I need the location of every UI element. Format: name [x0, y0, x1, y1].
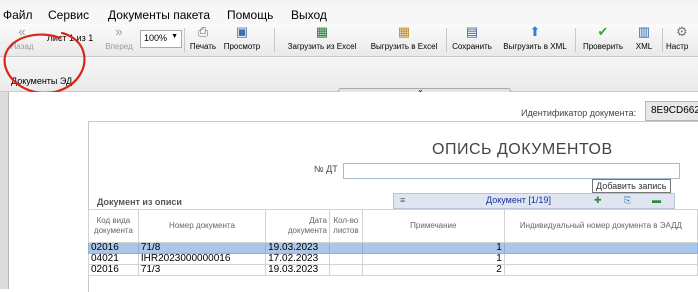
chevron-double-left-icon: « [18, 24, 26, 39]
cell-code[interactable]: 02016 [88, 264, 139, 276]
document-id-field: 8E9CD662 [645, 101, 698, 121]
wrench-icon: ⚙ [676, 24, 688, 39]
chevron-double-right-icon: » [115, 24, 123, 39]
dt-number-input[interactable] [343, 163, 680, 179]
cell-code[interactable]: 02016 [88, 242, 139, 254]
add-record-icon[interactable]: ✚ [594, 195, 602, 206]
chevron-down-icon: ▼ [171, 33, 178, 40]
print-button[interactable]: ⎙ Печать [186, 25, 220, 55]
excel-export-icon: ▦ [397, 24, 411, 39]
column-header: Кол-во листов [328, 209, 363, 243]
cell-sheets[interactable] [328, 242, 363, 254]
cell-id-number[interactable] [503, 253, 698, 265]
table-row[interactable]: 02016 71/3 19.03.2023 2 [88, 264, 698, 276]
add-record-tooltip: Добавить запись [592, 179, 671, 193]
list-icon[interactable]: ≡ [400, 195, 405, 205]
cell-id-number[interactable] [503, 264, 698, 276]
dt-number-label: № ДТ [314, 164, 338, 174]
settings-button[interactable]: ⚙ Настр [666, 25, 698, 55]
menu-file[interactable]: Файл [3, 8, 33, 22]
table-row[interactable]: 02016 71/8 19.03.2023 1 [88, 242, 698, 254]
xml-file-icon: ▥ [637, 24, 651, 39]
documents-table: Код вида документа Номер документа Дата … [88, 209, 698, 276]
menu-bar: Файл Сервис Документы пакета Помощь Выхо… [0, 5, 698, 24]
form-title: ОПИСЬ ДОКУМЕНТОВ [432, 141, 613, 158]
copy-record-icon[interactable]: ⎘ [624, 195, 631, 206]
load-excel-button[interactable]: ▦ Загрузить из Excel [283, 25, 361, 55]
floppy-disk-icon: ▤ [465, 24, 479, 39]
table-header-row: Код вида документа Номер документа Дата … [88, 209, 698, 243]
checkmark-icon: ✔ [597, 24, 609, 39]
column-header: Примечание [361, 209, 505, 243]
cell-date[interactable]: 17.02.2023 [265, 253, 330, 265]
cell-date[interactable]: 19.03.2023 [265, 242, 330, 254]
cell-number[interactable]: 71/8 [137, 242, 267, 254]
cell-sheets[interactable] [328, 253, 363, 265]
toolbar-separator [575, 28, 576, 52]
zoom-select[interactable]: 100% ▼ [140, 30, 182, 48]
column-header: Номер документа [137, 209, 267, 243]
toolbar-separator [446, 28, 447, 52]
toolbar-separator [274, 28, 275, 52]
column-header: Дата документа [265, 209, 330, 243]
cell-code[interactable]: 04021 [88, 253, 139, 265]
section-title: Документ из описи [97, 197, 182, 207]
preview-button[interactable]: ▣ Просмотр [221, 25, 263, 55]
document-id-label: Идентификатор документа: [521, 108, 637, 118]
column-header: Индивидуальный номер документа в ЭАДД [503, 209, 698, 243]
menu-package-documents[interactable]: Документы пакета [108, 8, 210, 22]
excel-import-icon: ▦ [315, 24, 329, 39]
export-excel-button[interactable]: ▦ Выгрузить в Excel [365, 25, 443, 55]
document-panel: Документы ЭД [0, 57, 698, 92]
column-header: Код вида документа [88, 209, 139, 243]
printer-icon: ⎙ [197, 24, 209, 39]
toolbar-separator [184, 28, 185, 52]
forward-button[interactable]: » Вперед [101, 25, 137, 55]
menu-exit[interactable]: Выход [291, 8, 327, 22]
cell-id-number[interactable] [503, 242, 698, 254]
cell-note[interactable]: 1 [361, 242, 505, 254]
page-indicator: Лист 1 из 1 [47, 33, 94, 43]
cell-sheets[interactable] [328, 264, 363, 276]
cell-number[interactable]: 71/3 [137, 264, 267, 276]
left-gutter [0, 92, 9, 289]
documents-ed-tab[interactable]: Документы ЭД [11, 76, 72, 86]
menu-service[interactable]: Сервис [48, 8, 89, 22]
back-button[interactable]: « Назад [5, 25, 39, 55]
record-counter: Документ [1/19] [486, 195, 551, 205]
table-row[interactable]: 04021 IHR2023000000016 17.02.2023 1 [88, 253, 698, 265]
cell-number[interactable]: IHR2023000000016 [137, 253, 267, 265]
record-navigator: ≡ Документ [1/19] ✚ ⎘ ▬ [393, 193, 675, 209]
toolbar: « Назад Лист 1 из 1 » Вперед 100% ▼ ⎙ Пе… [0, 24, 698, 57]
cell-date[interactable]: 19.03.2023 [265, 264, 330, 276]
delete-record-icon[interactable]: ▬ [652, 195, 661, 205]
xml-button[interactable]: ▥ XML [631, 25, 657, 55]
export-xml-button[interactable]: ⬆ Выгрузить в XML [500, 25, 570, 55]
save-button[interactable]: ▤ Сохранить [449, 25, 495, 55]
toolbar-separator [662, 28, 663, 52]
check-button[interactable]: ✔ Проверить [580, 25, 626, 55]
menu-help[interactable]: Помощь [227, 8, 273, 22]
arrow-up-icon: ⬆ [529, 24, 541, 39]
cell-note[interactable]: 2 [361, 264, 505, 276]
cell-note[interactable]: 1 [361, 253, 505, 265]
preview-icon: ▣ [235, 24, 249, 39]
